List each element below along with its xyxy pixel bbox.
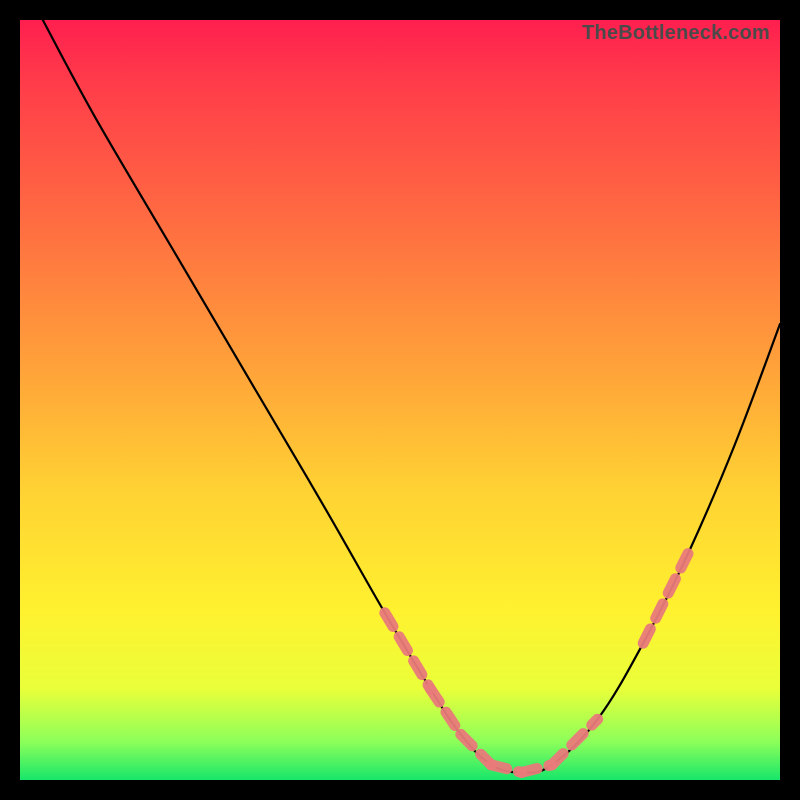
highlight-segment bbox=[385, 613, 431, 689]
chart-frame: TheBottleneck.com bbox=[0, 0, 800, 800]
highlight-segment bbox=[552, 719, 598, 765]
plot-area: TheBottleneck.com bbox=[20, 20, 780, 780]
curve-path bbox=[43, 20, 780, 773]
highlight-segment bbox=[430, 689, 460, 735]
bottleneck-curve bbox=[20, 20, 780, 780]
highlight-segment bbox=[643, 552, 689, 643]
highlight-segment bbox=[461, 734, 491, 764]
highlight-segment bbox=[522, 765, 552, 773]
highlight-segment bbox=[491, 765, 521, 773]
watermark-text: TheBottleneck.com bbox=[582, 22, 770, 45]
